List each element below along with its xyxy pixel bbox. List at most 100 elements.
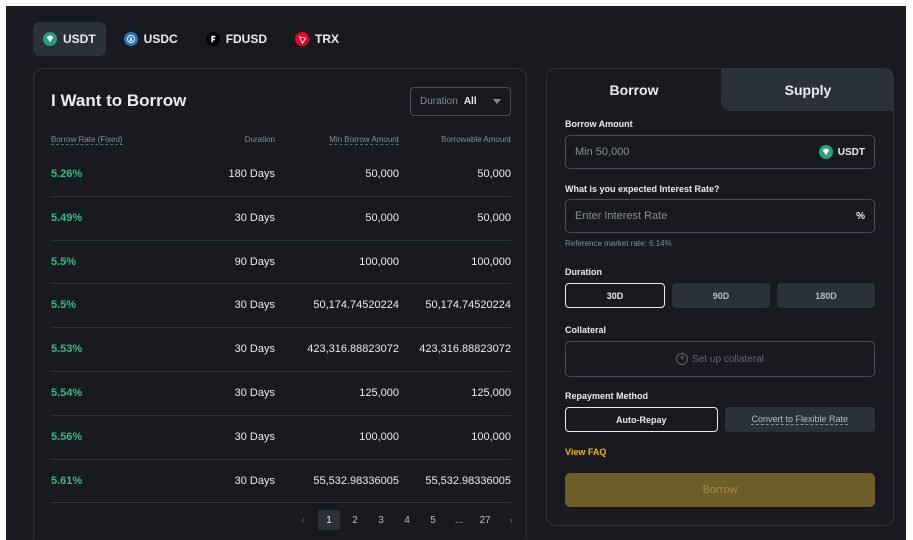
duration-option-180d[interactable]: 180D bbox=[777, 283, 875, 308]
min-amount-cell: 423,316.88823072 bbox=[307, 343, 399, 356]
usdt-icon bbox=[43, 32, 57, 46]
repayment-method-label: Repayment Method bbox=[565, 391, 649, 401]
page-button-5[interactable]: 5 bbox=[422, 510, 444, 530]
min-amount-cell: 55,532.98336005 bbox=[313, 474, 399, 487]
percent-suffix: % bbox=[856, 210, 865, 222]
column-header-min-amount[interactable]: Min Borrow Amount bbox=[329, 135, 399, 145]
setup-collateral-button[interactable]: + Set up collateral bbox=[565, 341, 875, 377]
column-header-borrowable: Borrowable Amount bbox=[441, 135, 511, 144]
page-ellipsis: ... bbox=[454, 514, 464, 526]
next-page-button[interactable]: › bbox=[500, 510, 522, 530]
repayment-option-label: Auto-Repay bbox=[615, 414, 667, 425]
duration-cell: 90 Days bbox=[234, 255, 275, 268]
min-amount-cell: 100,000 bbox=[359, 430, 399, 443]
svg-text:$: $ bbox=[129, 37, 133, 43]
borrowable-cell: 100,000 bbox=[471, 430, 511, 443]
rate-cell: 5.53% bbox=[51, 343, 83, 356]
usdt-icon bbox=[818, 145, 833, 159]
repayment-option-auto-repay[interactable]: Auto-Repay bbox=[565, 407, 718, 432]
rate-cell: 5.61% bbox=[51, 474, 83, 487]
coin-tab-usdc[interactable]: $ USDC bbox=[114, 22, 188, 56]
tab-borrow[interactable]: Borrow bbox=[547, 69, 721, 111]
interest-rate-label: What is you expected Interest Rate? bbox=[565, 184, 720, 194]
min-amount-cell: 100,000 bbox=[359, 255, 399, 268]
repayment-option-label: Convert to Flexible Rate bbox=[751, 414, 849, 425]
borrow-amount-label: Borrow Amount bbox=[565, 119, 633, 129]
table-row[interactable]: 5.26% 180 Days 50,000 50,000 bbox=[51, 153, 511, 197]
table-row[interactable]: 5.5% 90 Days 100,000 100,000 bbox=[51, 241, 511, 285]
borrowable-cell: 55,532.98336005 bbox=[425, 474, 511, 487]
page-button-27[interactable]: 27 bbox=[474, 510, 496, 530]
borrow-amount-placeholder: Min 50,000 bbox=[575, 146, 630, 158]
interest-rate-placeholder: Enter Interest Rate bbox=[575, 210, 668, 222]
coin-tabs: USDT $ USDC FDUSD TRX bbox=[33, 22, 349, 56]
duration-label: Duration bbox=[565, 267, 602, 277]
usdc-icon: $ bbox=[123, 32, 138, 46]
borrow-submit-button[interactable]: Borrow bbox=[565, 473, 875, 507]
table-body: 5.26% 180 Days 50,000 50,000 5.49% 30 Da… bbox=[51, 153, 511, 504]
coin-tab-label: FDUSD bbox=[225, 32, 268, 46]
coin-tab-label: USDT bbox=[63, 32, 96, 46]
min-amount-cell: 50,000 bbox=[365, 211, 399, 224]
repayment-options: Auto-Repay Convert to Flexible Rate bbox=[565, 407, 875, 432]
panel-title: I Want to Borrow bbox=[51, 91, 187, 110]
borrow-amount-input[interactable]: Min 50,000 USDT bbox=[565, 135, 875, 169]
table-row[interactable]: 5.49% 30 Days 50,000 50,000 bbox=[51, 197, 511, 241]
fdusd-icon bbox=[205, 32, 220, 46]
duration-filter-select[interactable]: Duration All bbox=[410, 87, 511, 116]
duration-option-90d[interactable]: 90D bbox=[672, 283, 770, 308]
borrowable-cell: 50,000 bbox=[477, 168, 511, 180]
coin-tab-usdt[interactable]: USDT bbox=[33, 22, 106, 56]
coin-tab-label: USDC bbox=[143, 32, 178, 46]
table-row[interactable]: 5.61% 30 Days 55,532.98336005 55,532.983… bbox=[51, 460, 511, 504]
setup-collateral-label: Set up collateral bbox=[692, 353, 764, 365]
min-amount-cell: 50,174.74520224 bbox=[313, 299, 399, 312]
duration-option-30d[interactable]: 30D bbox=[565, 283, 665, 308]
duration-cell: 30 Days bbox=[234, 474, 275, 487]
coin-tab-fdusd[interactable]: FDUSD bbox=[196, 22, 277, 56]
duration-cell: 180 Days bbox=[228, 168, 275, 180]
repayment-option-flexible[interactable]: Convert to Flexible Rate bbox=[724, 407, 875, 432]
tab-supply[interactable]: Supply bbox=[721, 69, 893, 111]
column-header-duration: Duration bbox=[244, 135, 275, 144]
column-header-rate[interactable]: Borrow Rate (Fixed) bbox=[51, 135, 123, 145]
borrowable-cell: 50,174.74520224 bbox=[425, 299, 511, 312]
rate-cell: 5.49% bbox=[51, 211, 83, 224]
app-frame: USDT $ USDC FDUSD TRX I Want to Borrow D… bbox=[6, 6, 906, 540]
page-button-1[interactable]: 1 bbox=[318, 510, 340, 530]
borrow-offers-panel: I Want to Borrow Duration All Borrow Rat… bbox=[33, 68, 527, 540]
borrow-order-panel: Borrow Supply Borrow Amount Min 50,000 U… bbox=[546, 68, 894, 526]
trx-icon bbox=[295, 32, 310, 46]
reference-rate-hint: Reference market rate: 6.14% bbox=[565, 239, 672, 248]
min-amount-cell: 50,000 bbox=[365, 168, 399, 180]
duration-cell: 30 Days bbox=[234, 386, 275, 399]
rate-cell: 5.26% bbox=[51, 168, 83, 180]
page-button-4[interactable]: 4 bbox=[396, 510, 418, 530]
page-button-2[interactable]: 2 bbox=[344, 510, 366, 530]
rate-cell: 5.54% bbox=[51, 386, 83, 399]
table-row[interactable]: 5.5% 30 Days 50,174.74520224 50,174.7452… bbox=[51, 284, 511, 329]
table-row[interactable]: 5.54% 30 Days 125,000 125,000 bbox=[51, 372, 511, 416]
duration-filter-label: Duration bbox=[420, 96, 458, 107]
rate-cell: 5.5% bbox=[51, 255, 77, 268]
duration-filter-value: All bbox=[463, 96, 477, 107]
borrowable-cell: 423,316.88823072 bbox=[419, 343, 511, 356]
duration-cell: 30 Days bbox=[234, 343, 275, 356]
rate-cell: 5.5% bbox=[51, 299, 77, 312]
borrowable-cell: 50,000 bbox=[477, 211, 511, 224]
chevron-down-icon bbox=[493, 99, 501, 104]
duration-options: 30D 90D 180D bbox=[565, 283, 875, 308]
borrowable-cell: 125,000 bbox=[471, 386, 511, 399]
interest-rate-input[interactable]: Enter Interest Rate % bbox=[565, 199, 875, 233]
min-amount-cell: 125,000 bbox=[359, 386, 399, 399]
view-faq-link[interactable]: View FAQ bbox=[565, 447, 606, 457]
prev-page-button[interactable]: ‹ bbox=[292, 510, 314, 530]
coin-tab-trx[interactable]: TRX bbox=[285, 22, 349, 56]
order-tabs: Borrow Supply bbox=[547, 69, 893, 111]
table-row[interactable]: 5.53% 30 Days 423,316.88823072 423,316.8… bbox=[51, 328, 511, 372]
coin-tab-label: TRX bbox=[315, 32, 340, 46]
table-row[interactable]: 5.56% 30 Days 100,000 100,000 bbox=[51, 416, 511, 460]
duration-cell: 30 Days bbox=[234, 211, 275, 224]
page-button-3[interactable]: 3 bbox=[370, 510, 392, 530]
duration-cell: 30 Days bbox=[234, 430, 275, 443]
